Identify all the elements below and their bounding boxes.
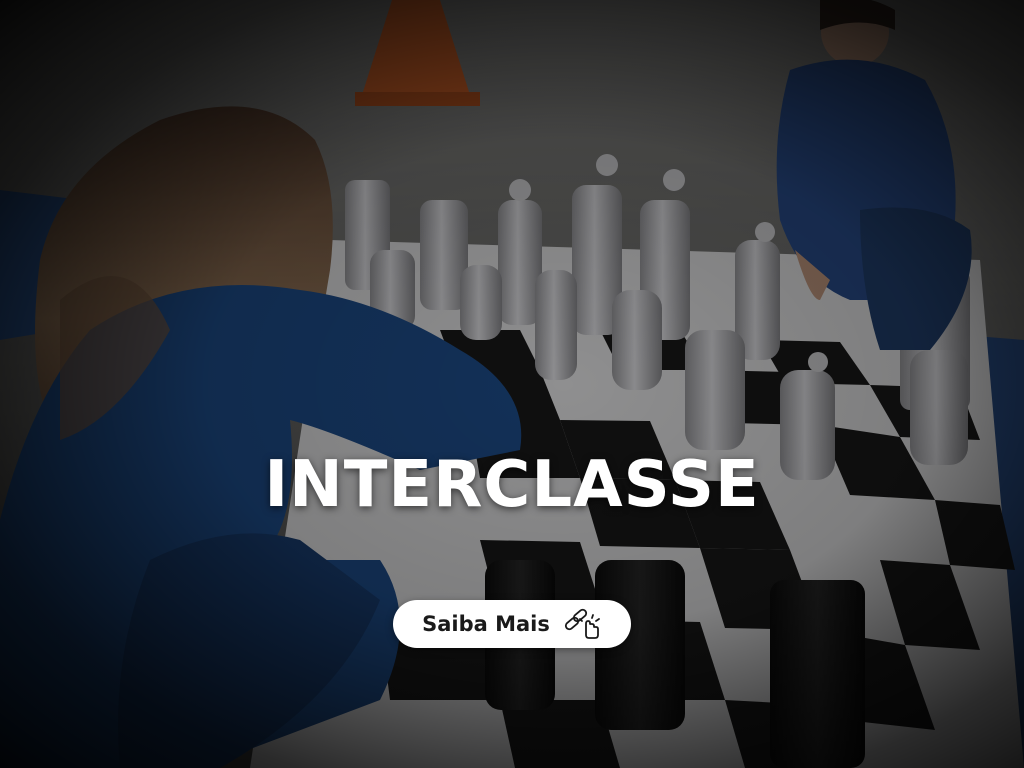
interclasse-banner: INTERCLASSE Saiba Mais (0, 0, 1024, 768)
chess-photo-background (0, 0, 1024, 768)
link-click-icon (564, 608, 600, 639)
cta-label: Saiba Mais (422, 612, 550, 636)
saiba-mais-button[interactable]: Saiba Mais (393, 600, 631, 648)
banner-title: INTERCLASSE (264, 448, 760, 522)
